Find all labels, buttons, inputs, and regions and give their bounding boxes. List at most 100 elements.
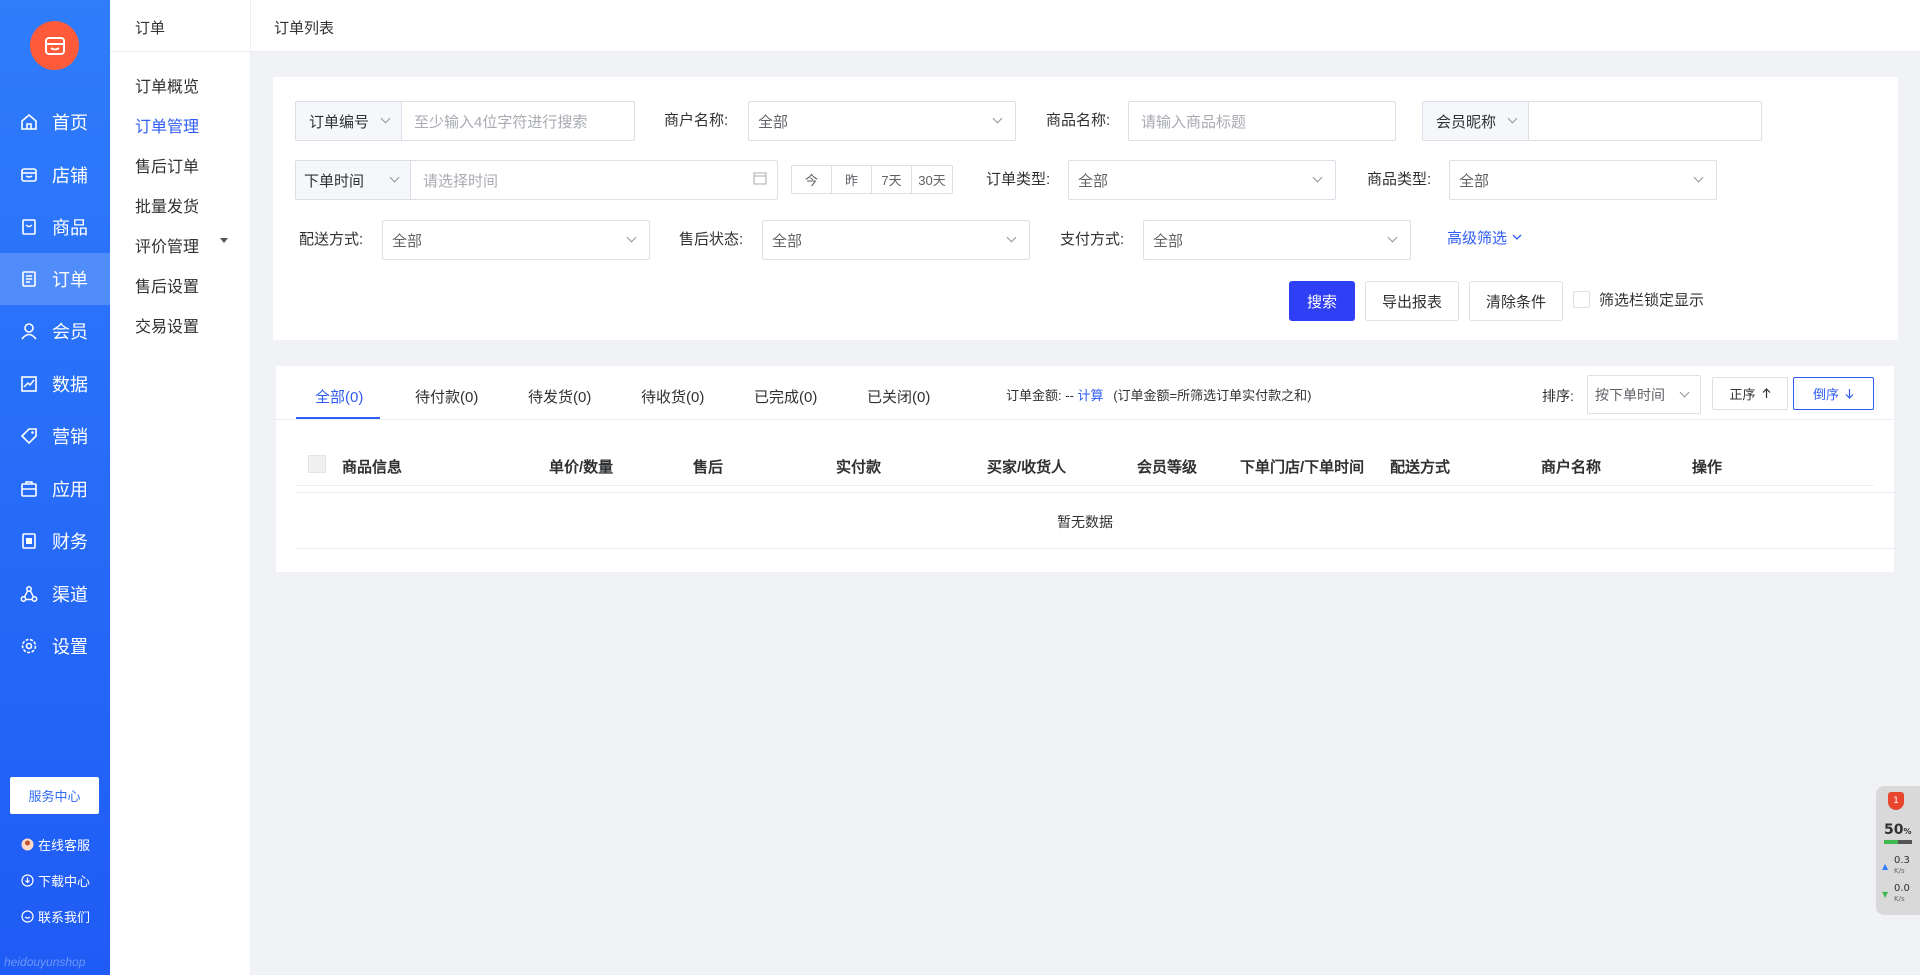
quick-date-yesterday[interactable]: 昨 xyxy=(832,166,872,193)
nav-item-settings[interactable]: 设置 xyxy=(0,620,110,672)
column-header: 买家/收货人 xyxy=(987,459,1067,476)
nav-item-finance[interactable]: 财务 xyxy=(0,515,110,567)
store-logo-icon xyxy=(44,36,65,55)
upload-speed-value: 0.3 xyxy=(1894,855,1910,866)
chevron-down-icon xyxy=(1507,113,1518,124)
tab-pending-payment[interactable]: 待付款(0) xyxy=(415,386,478,407)
sub-item-aftersale-orders[interactable]: 售后订单 xyxy=(135,153,199,177)
order-no-select-label: 订单编号 xyxy=(309,113,370,131)
payment-select[interactable]: 全部 xyxy=(1143,220,1411,260)
caret-down-icon[interactable] xyxy=(220,238,228,243)
nav-item-home[interactable]: 首页 xyxy=(0,96,110,148)
merchant-select[interactable]: 全部 xyxy=(748,101,1016,141)
ascending-button[interactable]: 正序 xyxy=(1712,377,1788,410)
column-header: 单价/数量 xyxy=(549,459,614,476)
service-center-button[interactable]: 服务中心 xyxy=(10,777,99,814)
search-button[interactable]: 搜索 xyxy=(1289,281,1355,321)
tab-completed[interactable]: 已完成(0) xyxy=(754,386,817,407)
top-header: 订单列表 xyxy=(251,0,1920,52)
sub-item-aftersale-settings[interactable]: 售后设置 xyxy=(135,273,199,297)
online-service-label: 在线客服 xyxy=(38,838,91,853)
chevron-down-icon xyxy=(1006,232,1017,243)
tab-pending-shipment[interactable]: 待发货(0) xyxy=(528,386,591,407)
order-no-select[interactable]: 订单编号 xyxy=(296,102,402,140)
sub-item-batch-ship[interactable]: 批量发货 xyxy=(135,193,199,217)
order-icon xyxy=(20,270,38,288)
nav-item-store[interactable]: 店铺 xyxy=(0,149,110,201)
tab-all[interactable]: 全部(0) xyxy=(315,386,363,407)
time-type-select[interactable]: 下单时间 xyxy=(296,161,411,199)
tab-closed[interactable]: 已关闭(0) xyxy=(867,386,930,407)
order-type-select[interactable]: 全部 xyxy=(1068,160,1336,200)
clear-conditions-button[interactable]: 清除条件 xyxy=(1469,281,1563,321)
lock-filter-checkbox[interactable]: 筛选栏锁定显示 xyxy=(1573,289,1704,310)
product-name-label: 商品名称: xyxy=(1046,112,1111,129)
aftersale-select[interactable]: 全部 xyxy=(762,220,1030,260)
nav-item-label: 店铺 xyxy=(52,166,88,186)
export-report-button[interactable]: 导出报表 xyxy=(1365,281,1459,321)
time-range-input[interactable]: 请选择时间 xyxy=(411,170,498,191)
sort-select[interactable]: 按下单时间 xyxy=(1587,375,1701,414)
nav-item-label: 应用 xyxy=(52,480,88,500)
tag-icon xyxy=(20,427,38,445)
aftersale-value: 全部 xyxy=(772,232,803,250)
select-all-checkbox[interactable] xyxy=(308,455,326,473)
sub-item-trade-settings[interactable]: 交易设置 xyxy=(135,313,199,337)
chevron-down-icon xyxy=(1312,172,1323,183)
app-icon xyxy=(20,480,38,498)
nav-item-product[interactable]: 商品 xyxy=(0,201,110,253)
logo[interactable] xyxy=(30,21,79,70)
nav-item-channel[interactable]: 渠道 xyxy=(0,568,110,620)
product-type-select[interactable]: 全部 xyxy=(1449,160,1717,200)
chevron-down-icon xyxy=(1512,234,1522,240)
nav-item-member[interactable]: 会员 xyxy=(0,305,110,357)
tab-pending-receipt[interactable]: 待收货(0) xyxy=(641,386,704,407)
member-select[interactable]: 会员昵称 xyxy=(1423,102,1529,140)
chevron-down-icon xyxy=(992,113,1003,124)
download-arrow-icon: ▼ xyxy=(1882,890,1889,899)
order-no-input[interactable]: 至少输入4位字符进行搜索 xyxy=(402,111,587,132)
checkbox xyxy=(1573,291,1590,308)
column-header: 会员等级 xyxy=(1137,459,1198,476)
descending-button[interactable]: 倒序 xyxy=(1793,377,1874,410)
nav-item-app[interactable]: 应用 xyxy=(0,463,110,515)
finance-icon xyxy=(20,532,38,550)
nav-item-order[interactable]: 订单 xyxy=(0,253,110,305)
quick-date-7days[interactable]: 7天 xyxy=(872,166,912,193)
arrow-up-icon xyxy=(1762,388,1770,398)
quick-date-30days[interactable]: 30天 xyxy=(912,166,952,193)
advanced-filter-label: 高级筛选 xyxy=(1447,230,1508,247)
download-icon xyxy=(20,874,34,888)
system-monitor-widget[interactable]: 1 50% ▲ 0.3 K/s ▼ 0.0 K/s xyxy=(1876,786,1920,915)
chevron-down-icon xyxy=(389,172,400,183)
amount-note: (订单金额=所筛选订单实付款之和) xyxy=(1113,388,1312,403)
sub-sidebar: 订单 订单概览 订单管理 售后订单 批量发货 评价管理 售后设置 交易设置 xyxy=(110,0,251,975)
watermark: heidouyunshop xyxy=(4,955,86,969)
delivery-value: 全部 xyxy=(392,232,423,250)
order-type-label: 订单类型: xyxy=(986,171,1051,188)
merchant-label: 商户名称: xyxy=(664,112,729,129)
nav-item-data[interactable]: 数据 xyxy=(0,358,110,410)
chevron-down-icon xyxy=(380,113,391,124)
cpu-percent: 50% xyxy=(1884,822,1912,838)
sub-item-reviews[interactable]: 评价管理 xyxy=(135,233,199,257)
column-header: 下单门店/下单时间 xyxy=(1240,459,1365,476)
calculate-link[interactable]: 计算 xyxy=(1078,388,1104,403)
download-speed: 0.0 K/s xyxy=(1894,884,1910,904)
advanced-filter-toggle[interactable]: 高级筛选 xyxy=(1447,227,1522,248)
product-name-input[interactable]: 请输入商品标题 xyxy=(1128,101,1396,141)
nav-item-marketing[interactable]: 营销 xyxy=(0,410,110,462)
contact-us-link[interactable]: 联系我们 xyxy=(20,907,90,926)
arrow-down-icon xyxy=(1845,389,1854,399)
download-center-link[interactable]: 下载中心 xyxy=(20,871,90,890)
quick-date-today[interactable]: 今 xyxy=(792,166,832,193)
sub-item-overview[interactable]: 订单概览 xyxy=(135,73,199,97)
column-header: 实付款 xyxy=(836,459,882,476)
calendar-icon[interactable] xyxy=(753,171,767,189)
product-name-placeholder: 请输入商品标题 xyxy=(1141,113,1247,131)
sub-item-order-manage[interactable]: 订单管理 xyxy=(135,113,199,137)
product-icon xyxy=(20,218,38,236)
delivery-select[interactable]: 全部 xyxy=(382,220,650,260)
online-service-link[interactable]: 在线客服 xyxy=(20,835,90,854)
amount-label: 订单金额: xyxy=(1006,388,1062,403)
